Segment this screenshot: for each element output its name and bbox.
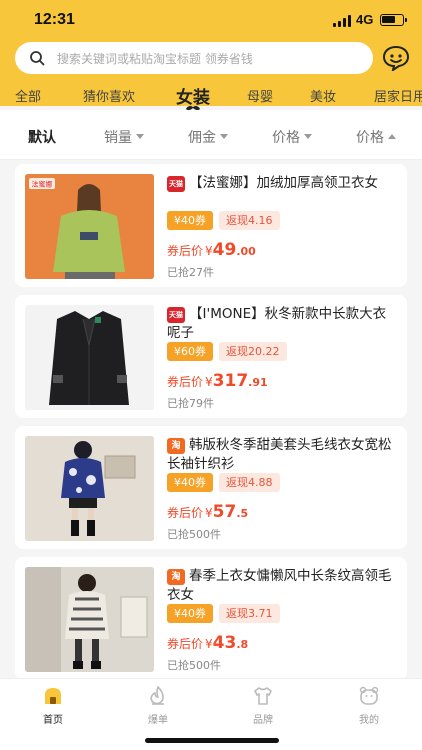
- search-icon: [30, 51, 45, 66]
- coupon-badge[interactable]: ¥40券: [167, 473, 213, 492]
- category-tab-beauty[interactable]: 美妆: [310, 86, 336, 105]
- product-card[interactable]: 法蜜娜 天猫 【法蜜娜】加绒加厚高领卫衣女 ¥40券 返现4.16 券后价 ¥49…: [15, 164, 407, 287]
- sort-bar: 默认 销量 佣金 价格 价格: [0, 110, 422, 160]
- profile-icon: [359, 686, 379, 705]
- battery-icon: [380, 14, 407, 26]
- product-card[interactable]: 天猫 【I'MONE】秋冬新款中长款大衣呢子 ¥60券 返现20.22 券后价 ¥…: [15, 295, 407, 418]
- price-label: 券后价: [167, 375, 204, 389]
- tab-hot-label: 爆单: [148, 715, 168, 726]
- sort-down-icon: [220, 134, 228, 139]
- sort-down-icon: [136, 134, 144, 139]
- coupon-badge[interactable]: ¥40券: [167, 211, 213, 230]
- product-title[interactable]: 【法蜜娜】加绒加厚高领卫衣女: [167, 174, 395, 193]
- chat-icon[interactable]: [382, 45, 410, 71]
- price-integer: 57: [212, 502, 237, 522]
- sort-commission[interactable]: 佣金: [188, 127, 228, 147]
- price: 券后价 ¥57.5: [167, 502, 248, 522]
- price-decimal: .91: [248, 376, 268, 389]
- price-label: 券后价: [167, 506, 204, 520]
- price-decimal: .00: [236, 245, 256, 258]
- tab-brand-label: 品牌: [253, 715, 273, 726]
- price: 券后价 ¥43.8: [167, 633, 248, 653]
- price-currency: ¥: [205, 506, 213, 520]
- header: 12:31 4G 搜索关键词或粘贴淘宝标题 领券省钱 全部 猜你喜欢 女装 母婴…: [0, 0, 422, 108]
- sort-price-desc-label: 价格: [272, 130, 300, 146]
- product-photo: [25, 305, 154, 410]
- price-currency: ¥: [205, 244, 213, 258]
- sold-count: 已抢27件: [167, 266, 214, 279]
- price-integer: 43: [212, 633, 237, 653]
- sort-price-asc[interactable]: 价格: [356, 127, 396, 147]
- thumb-brand-badge: 法蜜娜: [32, 180, 53, 189]
- network-label: 4G: [356, 12, 374, 27]
- coupon-badge[interactable]: ¥60券: [167, 342, 213, 361]
- sort-commission-label: 佣金: [188, 130, 216, 146]
- price: 券后价 ¥317.91: [167, 371, 268, 391]
- coupon-badge[interactable]: ¥40券: [167, 604, 213, 623]
- status-time: 12:31: [34, 11, 75, 28]
- search-bar[interactable]: 搜索关键词或粘贴淘宝标题 领券省钱: [15, 42, 373, 74]
- tab-home-label: 首页: [43, 715, 63, 726]
- tab-mine-label: 我的: [359, 715, 379, 726]
- price: 券后价 ¥49.00: [167, 240, 256, 260]
- tab-mine[interactable]: 我的: [339, 685, 399, 726]
- product-image[interactable]: [25, 567, 154, 672]
- price-decimal: .8: [236, 638, 249, 651]
- category-tabs: 全部 猜你喜欢 女装 母婴 美妆 居家日用: [0, 82, 422, 110]
- cashback-badge: 返现4.16: [219, 211, 280, 230]
- sold-count: 已抢500件: [167, 659, 221, 672]
- price-label: 券后价: [167, 244, 204, 258]
- status-bar: 12:31 4G: [0, 0, 422, 40]
- price-integer: 317: [212, 371, 249, 391]
- product-image[interactable]: [25, 436, 154, 541]
- cashback-badge: 返现20.22: [219, 342, 287, 361]
- product-photo: 法蜜娜: [25, 174, 154, 279]
- sold-count: 已抢79件: [167, 397, 214, 410]
- search-placeholder[interactable]: 搜索关键词或粘贴淘宝标题 领券省钱: [57, 50, 253, 67]
- product-card[interactable]: 淘 春季上衣女慵懒风中长条纹高领毛衣女 ¥40券 返现3.71 券后价 ¥43.8…: [15, 557, 407, 680]
- category-tab-guess[interactable]: 猜你喜欢: [83, 86, 135, 105]
- sort-price-asc-label: 价格: [356, 130, 384, 146]
- product-image[interactable]: [25, 305, 154, 410]
- home-indicator[interactable]: [145, 738, 279, 743]
- product-title[interactable]: 【I'MONE】秋冬新款中长款大衣呢子: [167, 305, 395, 343]
- tab-home[interactable]: 首页: [23, 685, 83, 726]
- sold-count: 已抢500件: [167, 528, 221, 541]
- product-title[interactable]: 韩版秋冬季甜美套头毛线衣女宽松长袖针织衫: [167, 436, 395, 474]
- price-currency: ¥: [205, 375, 213, 389]
- cashback-badge: 返现4.88: [219, 473, 280, 492]
- sort-up-icon: [388, 134, 396, 139]
- sort-sales[interactable]: 销量: [104, 127, 144, 147]
- price-label: 券后价: [167, 637, 204, 651]
- product-image[interactable]: 法蜜娜: [25, 174, 154, 279]
- tab-hot[interactable]: 爆单: [128, 685, 188, 726]
- product-photo: [25, 567, 154, 672]
- sort-default[interactable]: 默认: [28, 127, 56, 147]
- price-integer: 49: [212, 240, 237, 260]
- shirt-icon: [254, 687, 272, 705]
- signal-icon: [333, 15, 353, 27]
- tab-brand[interactable]: 品牌: [233, 685, 293, 726]
- sort-down-icon: [304, 134, 312, 139]
- sort-price-desc[interactable]: 价格: [272, 127, 312, 147]
- price-decimal: .5: [236, 507, 249, 520]
- flame-icon: [150, 685, 164, 705]
- home-icon: [45, 688, 61, 704]
- product-photo: [25, 436, 154, 541]
- category-tab-all[interactable]: 全部: [15, 86, 41, 105]
- category-tab-home[interactable]: 居家日用: [374, 86, 422, 105]
- sort-sales-label: 销量: [104, 130, 132, 146]
- product-title[interactable]: 春季上衣女慵懒风中长条纹高领毛衣女: [167, 567, 395, 605]
- product-card[interactable]: 淘 韩版秋冬季甜美套头毛线衣女宽松长袖针织衫 ¥40券 返现4.88 券后价 ¥5…: [15, 426, 407, 549]
- cashback-badge: 返现3.71: [219, 604, 280, 623]
- price-currency: ¥: [205, 637, 213, 651]
- category-tab-baby[interactable]: 母婴: [247, 86, 273, 105]
